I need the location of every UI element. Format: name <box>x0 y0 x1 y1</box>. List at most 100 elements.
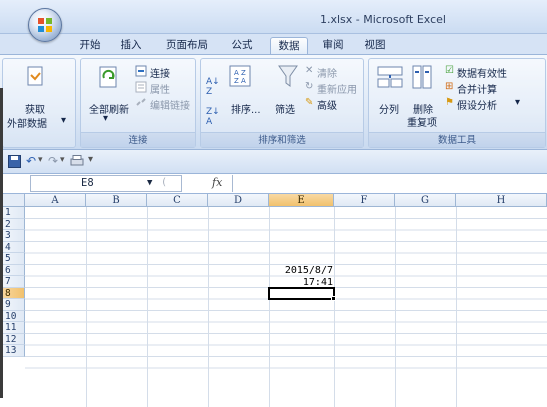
what-if-icon: ⚑ <box>445 97 454 108</box>
selected-cell-e8[interactable] <box>268 287 335 300</box>
row-header-5[interactable]: 5 <box>0 253 25 265</box>
sort-desc-icon[interactable]: Z↓ A <box>206 107 220 127</box>
refresh-all-button[interactable]: 全部刷新 <box>89 101 129 116</box>
ribbon: 获取 外部数据 ▾ 全部刷新 ▾ 连接 属性 编辑链接 连接 A↓ Z Z↓ A A… <box>0 54 547 150</box>
fill-handle[interactable] <box>331 296 336 301</box>
name-box[interactable]: E8 ▼ ( <box>30 175 182 192</box>
column-header-f[interactable]: F <box>334 194 395 207</box>
formula-bar: E8 ▼ ( fx <box>0 174 547 194</box>
properties-button[interactable]: 属性 <box>150 81 170 96</box>
cell-e7[interactable]: 17:41 <box>269 277 333 288</box>
chevron-down-icon: ▾ <box>515 97 521 108</box>
undo-icon[interactable]: ↶ <box>26 154 36 168</box>
svg-text:A Z: A Z <box>234 69 246 77</box>
undo-dropdown-icon[interactable]: ▾ <box>38 155 43 165</box>
column-header-d[interactable]: D <box>208 194 269 207</box>
chevron-down-icon[interactable]: ▼ <box>147 176 152 191</box>
column-header-b[interactable]: B <box>86 194 147 207</box>
row-header-11[interactable]: 11 <box>0 322 25 334</box>
data-validation-button[interactable]: 数据有效性 <box>457 65 507 80</box>
chevron-down-icon: ▾ <box>103 113 109 124</box>
cancel-formula-icon[interactable]: ( <box>161 175 167 190</box>
customize-toolbar-icon[interactable]: ▾ <box>88 154 93 165</box>
connections-icon <box>135 65 147 77</box>
remove-duplicates-label: 重复项 <box>407 118 437 129</box>
connections-button[interactable]: 连接 <box>150 65 170 80</box>
formula-input[interactable] <box>232 175 547 192</box>
sort-button[interactable]: 排序... <box>231 101 261 116</box>
cell-e6[interactable]: 2015/8/7 <box>269 265 333 276</box>
column-header-e[interactable]: E <box>269 194 334 207</box>
row-header-7[interactable]: 7 <box>0 276 25 288</box>
quick-print-icon[interactable] <box>70 155 84 168</box>
row-header-1[interactable]: 1 <box>0 207 25 219</box>
redo-icon[interactable]: ↷ <box>48 154 58 168</box>
gridlines <box>25 207 547 407</box>
refresh-all-icon <box>99 66 117 88</box>
sort-asc-icon[interactable]: A↓ Z <box>206 77 220 97</box>
row-header-9[interactable]: 9 <box>0 299 25 311</box>
office-logo-icon <box>38 18 52 32</box>
office-button[interactable] <box>28 8 62 42</box>
cell-area[interactable]: 2015/8/7 17:41 <box>25 207 547 407</box>
select-all-button[interactable] <box>0 194 25 207</box>
row-header-12[interactable]: 12 <box>0 333 25 345</box>
sort-icon: A Z Z A <box>229 65 251 87</box>
worksheet-grid: A B C D E F G H 1 2 3 4 5 6 7 8 9 10 11 … <box>0 194 547 407</box>
window-title: 1.xlsx - Microsoft Excel <box>320 13 446 26</box>
group-get-external-data: 获取 外部数据 ▾ <box>2 58 76 148</box>
get-external-data-label-2[interactable]: 外部数据 <box>7 115 47 130</box>
quick-access-toolbar: ↶ ▾ ↷ ▾ ▾ <box>0 150 547 174</box>
tab-insert[interactable]: 插入 <box>114 37 148 54</box>
group-sort-filter: A↓ Z Z↓ A A Z Z A 排序... 筛选 ✕ 清除 ↻ 重新应用 ✎ 高… <box>200 58 364 148</box>
column-header-h[interactable]: H <box>456 194 547 207</box>
tab-home[interactable]: 开始 <box>72 37 108 54</box>
column-header-g[interactable]: G <box>395 194 456 207</box>
remove-duplicates-icon <box>412 65 432 89</box>
reapply-icon: ↻ <box>305 81 314 92</box>
column-header-a[interactable]: A <box>25 194 86 207</box>
group-label-sort-filter: 排序和筛选 <box>201 132 363 147</box>
ribbon-tabs: 开始 插入 页面布局 公式 数据 审阅 视图 <box>0 34 547 54</box>
tab-data[interactable]: 数据 <box>270 37 308 54</box>
text-to-columns-button[interactable]: 分列 <box>379 101 399 116</box>
group-connections: 全部刷新 ▾ 连接 属性 编辑链接 连接 <box>80 58 196 148</box>
edit-links-icon <box>136 98 146 106</box>
what-if-button[interactable]: 假设分析 <box>457 97 497 112</box>
row-header-4[interactable]: 4 <box>0 241 25 253</box>
clear-icon: ✕ <box>305 65 314 76</box>
title-bar: 1.xlsx - Microsoft Excel <box>0 0 547 34</box>
get-external-data-label-1[interactable]: 获取 <box>25 101 45 116</box>
window-edge <box>0 88 3 398</box>
row-header-6[interactable]: 6 <box>0 264 25 276</box>
row-header-8[interactable]: 8 <box>0 287 25 299</box>
consolidate-button[interactable]: 合并计算 <box>457 81 497 96</box>
group-label-data-tools: 数据工具 <box>369 132 545 147</box>
row-header-10[interactable]: 10 <box>0 310 25 322</box>
row-header-3[interactable]: 3 <box>0 230 25 242</box>
tab-formulas[interactable]: 公式 <box>225 37 259 54</box>
svg-text:Z A: Z A <box>234 77 246 85</box>
save-icon[interactable] <box>8 155 21 168</box>
tab-review[interactable]: 审阅 <box>316 37 350 54</box>
redo-dropdown-icon[interactable]: ▾ <box>60 155 65 165</box>
name-box-value: E8 <box>81 177 94 189</box>
row-header-2[interactable]: 2 <box>0 218 25 230</box>
filter-button[interactable]: 筛选 <box>275 101 295 116</box>
group-label-connections: 连接 <box>81 132 195 147</box>
clear-button[interactable]: 清除 <box>317 65 337 80</box>
advanced-button[interactable]: 高级 <box>317 97 337 112</box>
properties-icon <box>135 81 147 93</box>
data-validation-icon: ☑ <box>445 65 454 76</box>
text-to-columns-icon <box>377 66 403 88</box>
consolidate-icon: ⊞ <box>445 81 454 92</box>
edit-links-button[interactable]: 编辑链接 <box>150 97 190 112</box>
row-header-13[interactable]: 13 <box>0 345 25 357</box>
reapply-button[interactable]: 重新应用 <box>317 81 357 96</box>
chevron-down-icon: ▾ <box>61 115 67 126</box>
advanced-filter-icon: ✎ <box>305 97 314 108</box>
tab-page-layout[interactable]: 页面布局 <box>160 37 214 54</box>
column-header-c[interactable]: C <box>147 194 208 207</box>
tab-view[interactable]: 视图 <box>358 37 392 54</box>
fx-icon[interactable]: fx <box>212 176 222 189</box>
